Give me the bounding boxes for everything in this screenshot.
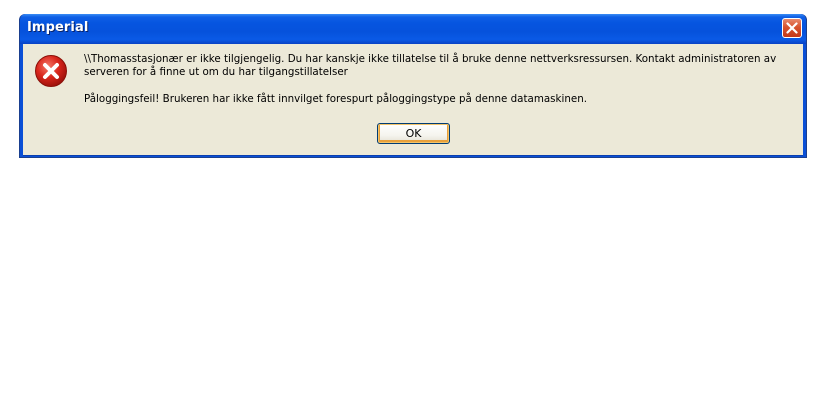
message-logon-failure: Påloggingsfeil! Brukeren har ikke fått i…	[84, 93, 588, 105]
close-button[interactable]	[782, 18, 802, 38]
window-title: Imperial	[27, 20, 89, 35]
error-message: \\Thomasstasjonær er ikke tilgjengelig. …	[84, 53, 796, 106]
close-icon	[786, 22, 798, 34]
title-bar[interactable]: Imperial	[20, 14, 806, 44]
error-icon	[35, 55, 67, 87]
message-network-unavailable: \\Thomasstasjonær er ikke tilgjengelig. …	[84, 53, 777, 78]
ok-button[interactable]: OK	[377, 123, 450, 144]
error-dialog-window: Imperial \\Thomasstasjonær er ikke tilgj…	[19, 14, 807, 158]
dialog-body: \\Thomasstasjonær er ikke tilgjengelig. …	[23, 44, 803, 156]
